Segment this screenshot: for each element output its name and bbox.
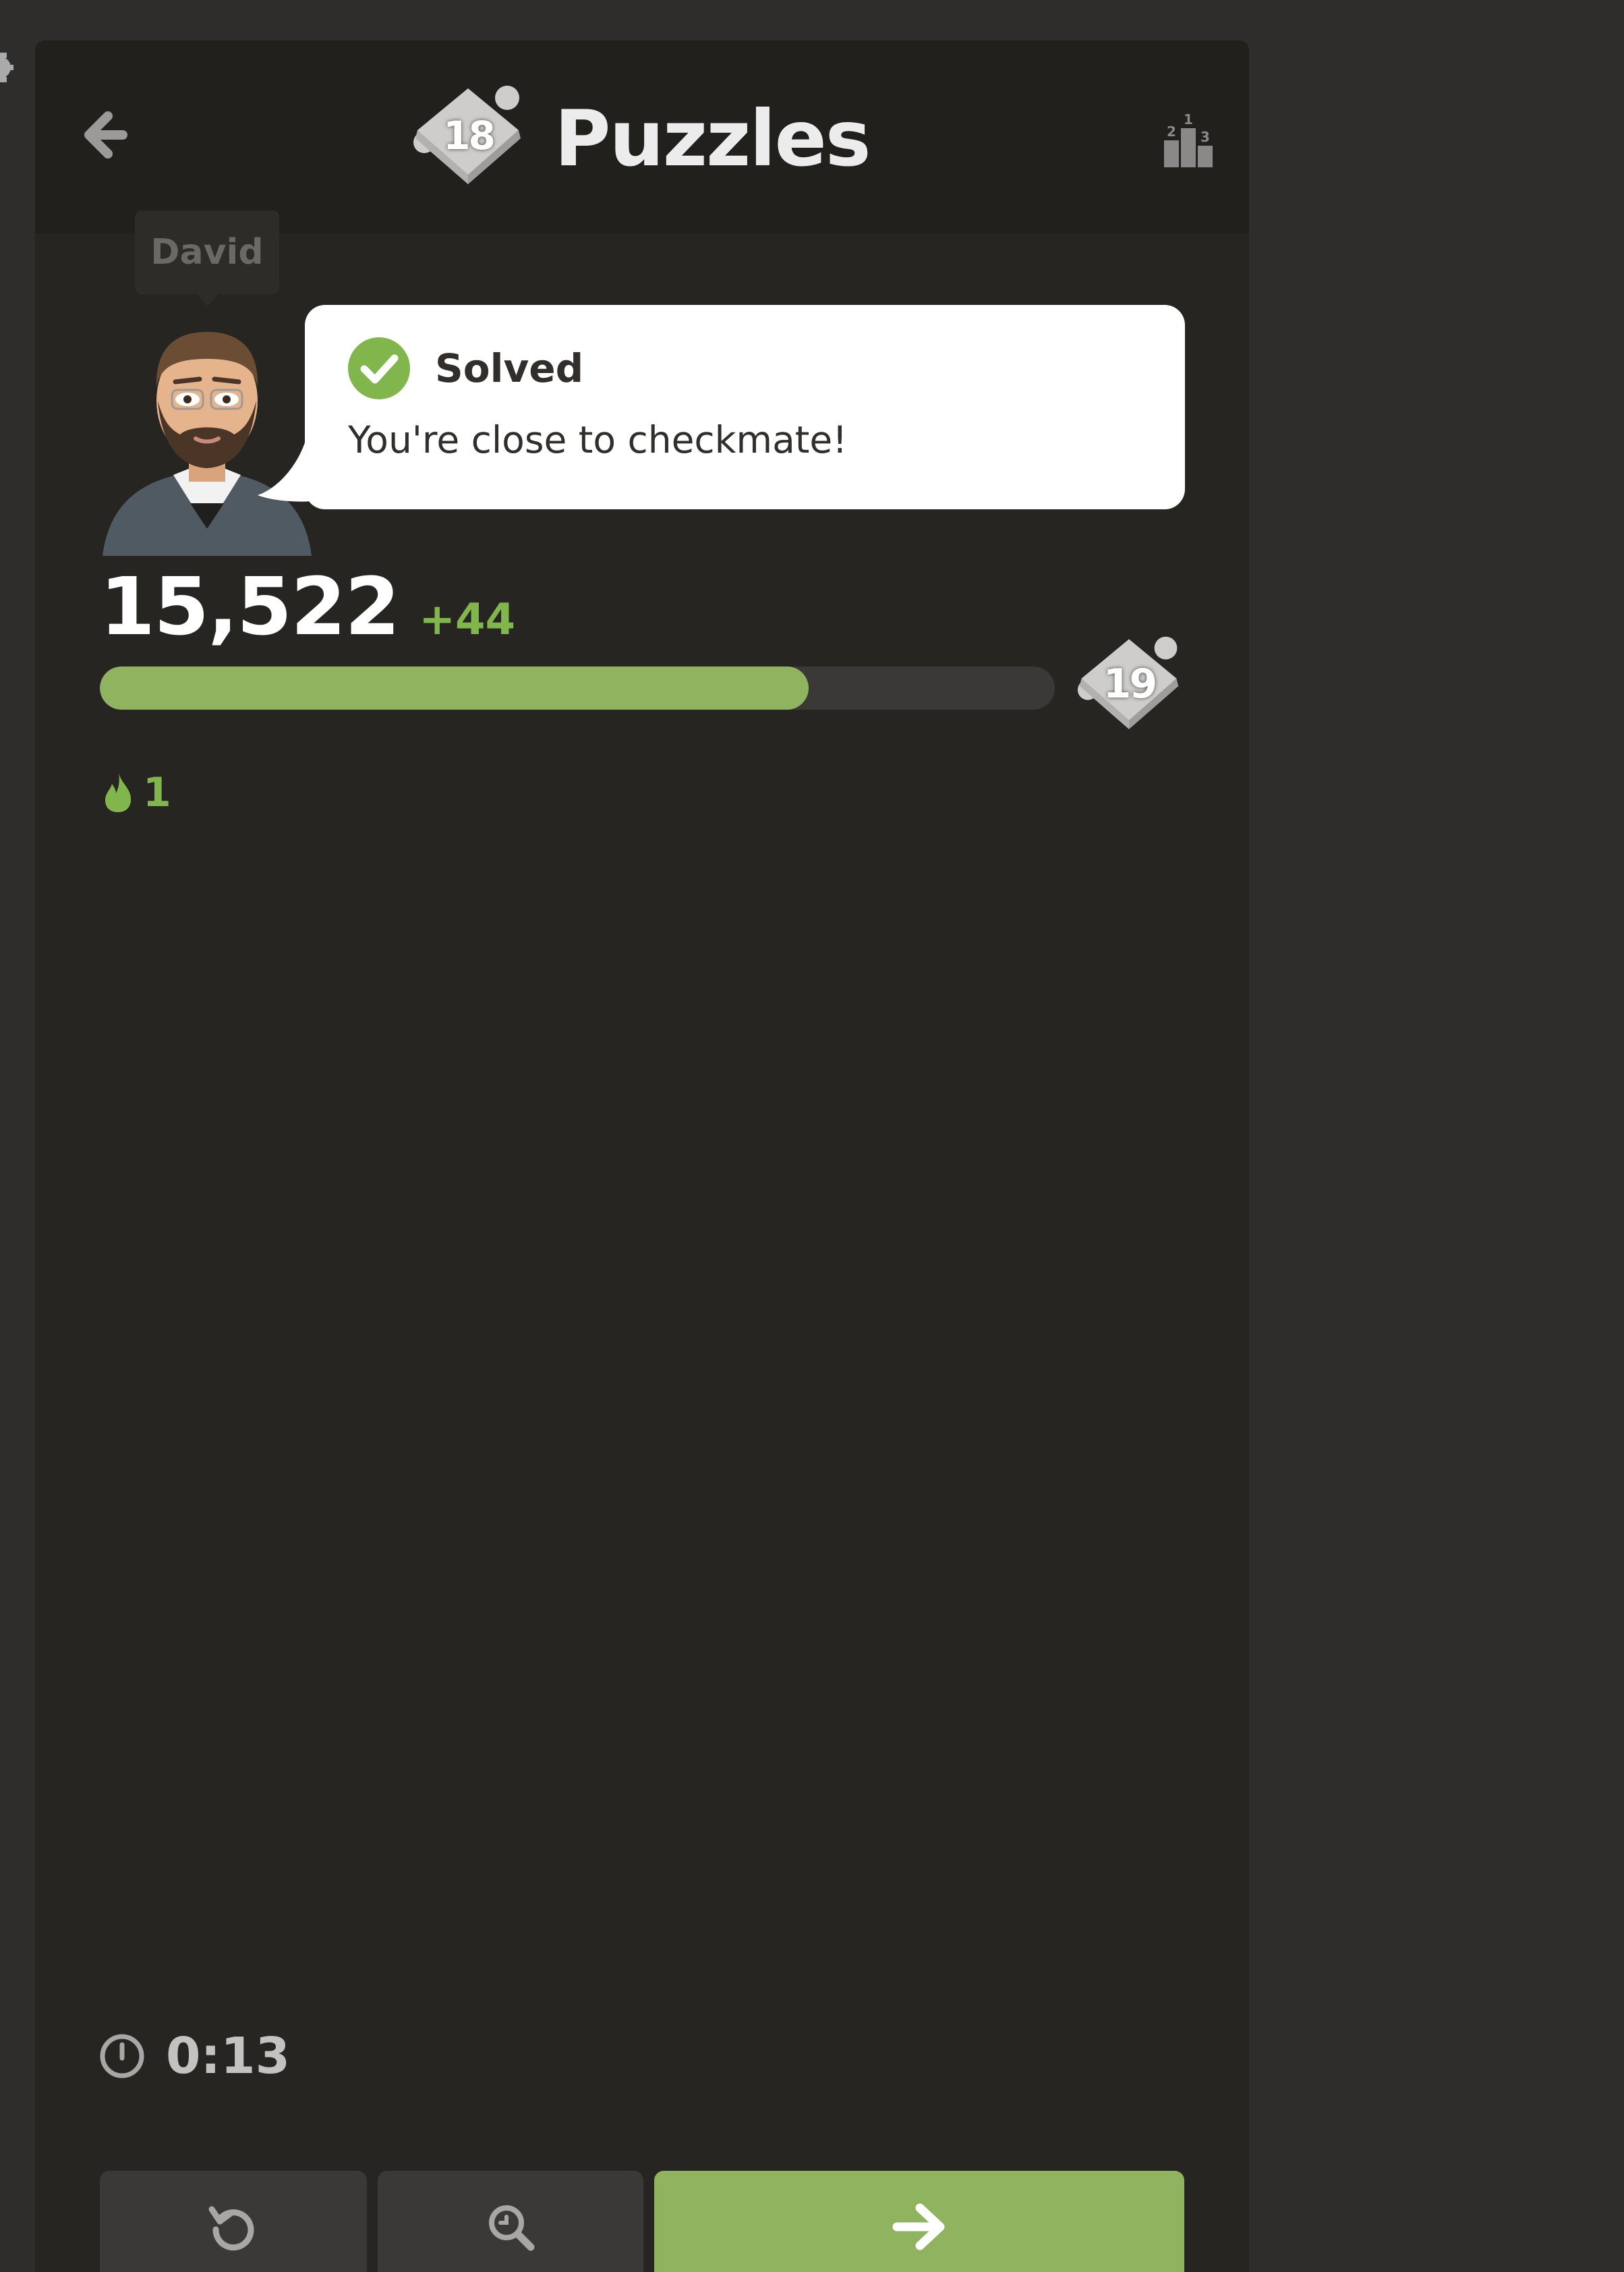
coach-avatar bbox=[103, 332, 312, 556]
timer-value: 0:13 bbox=[166, 2027, 291, 2085]
retry-icon bbox=[208, 2206, 254, 2251]
panel-header: 18 Puzzles 2 1 3 bbox=[35, 40, 1249, 233]
coach-name-tag: David bbox=[135, 210, 279, 306]
rating-value: 15,522 bbox=[100, 560, 400, 653]
header-title-group: 18 Puzzles bbox=[409, 81, 871, 196]
level-progress-bar bbox=[100, 666, 1055, 710]
feedback-bubble: Solved You're close to checkmate! bbox=[305, 305, 1185, 509]
svg-text:3: 3 bbox=[1200, 129, 1210, 145]
clock-icon bbox=[100, 2034, 144, 2078]
next-level-number: 19 bbox=[1103, 660, 1158, 708]
solved-status-label: Solved bbox=[435, 345, 584, 391]
podium-icon[interactable]: 2 1 3 bbox=[1155, 108, 1222, 175]
check-circle-icon bbox=[348, 337, 410, 399]
back-arrow-icon[interactable] bbox=[69, 101, 136, 169]
current-level-number: 18 bbox=[443, 113, 496, 159]
flame-icon bbox=[105, 773, 132, 812]
puzzle-timer: 0:13 bbox=[98, 2027, 290, 2085]
puzzle-rating: 15,522 +44 bbox=[100, 560, 515, 653]
svg-text:1: 1 bbox=[1184, 111, 1193, 127]
next-puzzle-button[interactable] bbox=[654, 2171, 1184, 2272]
svg-text:2: 2 bbox=[1167, 123, 1176, 140]
puzzle-level-badge: 18 bbox=[409, 83, 527, 194]
feedback-message: You're close to checkmate! bbox=[348, 418, 848, 461]
next-level-badge: 19 bbox=[1074, 634, 1185, 739]
settings-gear-icon[interactable] bbox=[0, 47, 15, 88]
puzzle-panel: 18 Puzzles 2 1 3 David Solved You're clo… bbox=[35, 40, 1249, 2272]
arrow-right-icon bbox=[892, 2203, 945, 2250]
streak-counter: 1 bbox=[103, 769, 171, 816]
page-title: Puzzles bbox=[554, 93, 871, 183]
analyze-button[interactable] bbox=[378, 2171, 643, 2272]
analyze-magnifier-icon bbox=[489, 2205, 535, 2251]
retry-button[interactable] bbox=[100, 2171, 367, 2272]
rating-delta: +44 bbox=[419, 595, 516, 645]
streak-count: 1 bbox=[143, 769, 171, 816]
level-progress-fill bbox=[100, 666, 809, 710]
